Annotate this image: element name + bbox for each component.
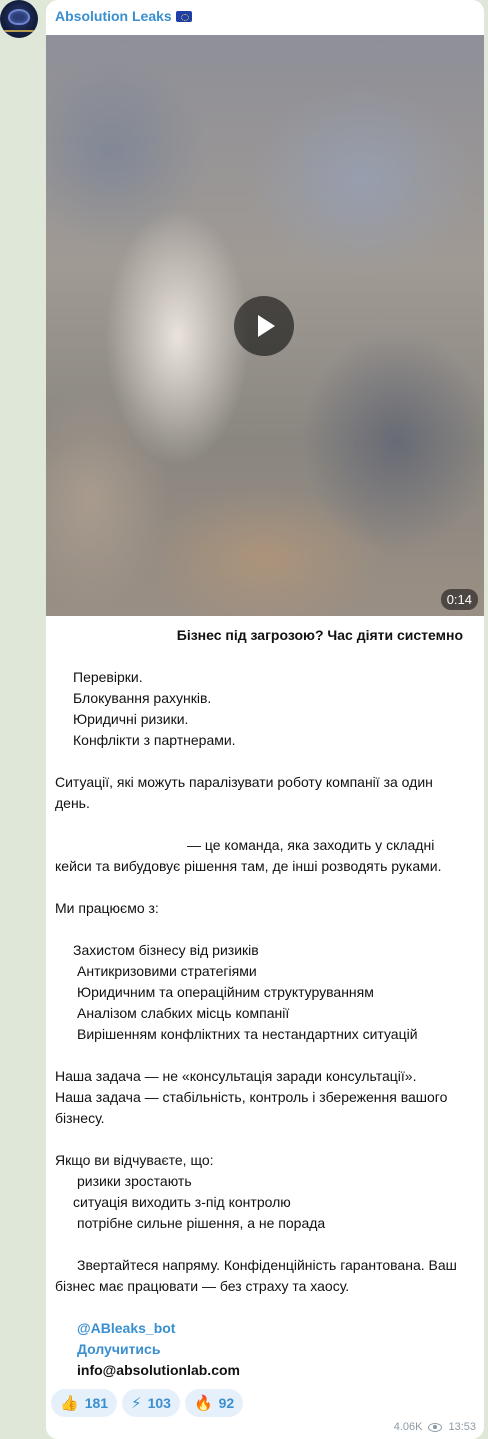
team-text: кейси та вибудовує рішення там, де інші …	[55, 858, 442, 874]
issue-item: Перевірки.	[73, 669, 143, 685]
work-item: Вирішенням конфліктних та нестандартних …	[77, 1026, 418, 1042]
goal-text: бізнесу.	[55, 1110, 105, 1126]
feel-item: потрібне сильне рішення, а не порада	[77, 1215, 326, 1231]
thumbs-up-icon: 👍	[60, 1394, 79, 1412]
channel-name[interactable]: Absolution Leaks	[55, 8, 192, 24]
feel-item: ситуація виходить з-під контролю	[73, 1194, 291, 1210]
video-duration: 0:14	[440, 589, 478, 610]
feel-item: ризики зростають	[77, 1173, 192, 1189]
lightning-icon: ⚡	[131, 1394, 142, 1412]
join-link[interactable]: Долучитись	[77, 1341, 160, 1357]
reaction-count: 92	[218, 1395, 235, 1411]
reaction-count: 103	[147, 1395, 171, 1411]
message-time: 13:53	[448, 1421, 476, 1433]
reaction-lightning[interactable]: ⚡ 103	[122, 1389, 180, 1417]
reactions-bar: 👍 181 ⚡ 103 🔥 92	[51, 1389, 244, 1417]
reaction-fire[interactable]: 🔥 92	[184, 1389, 244, 1417]
feel-heading: Якщо ви відчуваєте, що:	[55, 1152, 214, 1168]
closing-text: бізнес має працювати — без страху та хао…	[55, 1278, 350, 1294]
post-title: Бізнес під загрозою? Час діяти системно	[176, 627, 463, 643]
goal-text: Наша задача — не «консультація заради ко…	[55, 1068, 417, 1084]
issue-item: Блокування рахунків.	[73, 690, 212, 706]
work-item: Антикризовими стратегіями	[77, 963, 257, 979]
message-bubble: Absolution Leaks 0:14 Бізнес під загрозо…	[46, 0, 484, 1439]
goal-text: Наша задача — стабільність, контроль і з…	[55, 1089, 448, 1105]
work-item: Юридичним та операційним структуруванням	[77, 984, 374, 1000]
situations-text: день.	[55, 795, 90, 811]
post-text: Бізнес під загрозою? Час діяти системно …	[55, 625, 475, 1381]
email-text: info@absolutionlab.com	[77, 1362, 240, 1378]
fire-icon: 🔥	[193, 1394, 213, 1412]
reaction-thumbs-up[interactable]: 👍 181	[51, 1389, 118, 1417]
bot-link[interactable]: @ABleaks_bot	[77, 1320, 175, 1336]
closing-text: Звертайтеся напряму. Конфіденційність га…	[77, 1257, 457, 1273]
work-item: Аналізом слабких місць компанії	[77, 1005, 290, 1021]
channel-avatar[interactable]	[0, 0, 38, 38]
team-text: — це команда, яка заходить у складні	[187, 837, 435, 853]
eu-flag-icon	[175, 10, 192, 22]
situations-text: Ситуації, які можуть паралізувати роботу…	[55, 774, 433, 790]
work-item: Захистом бізнесу від ризиків	[73, 942, 259, 958]
video-player[interactable]: 0:14	[46, 35, 484, 616]
play-button[interactable]	[234, 296, 294, 356]
brain-logo-icon	[8, 9, 30, 25]
message-meta: 4.06K 13:53	[394, 1421, 476, 1433]
view-count: 4.06K	[393, 1421, 423, 1433]
issue-item: Юридичні ризики.	[73, 711, 189, 727]
work-heading: Ми працюємо з:	[55, 900, 159, 916]
reaction-count: 181	[84, 1395, 109, 1411]
eye-icon	[428, 1422, 443, 1432]
play-icon	[258, 315, 275, 337]
issue-item: Конфлікти з партнерами.	[73, 732, 236, 748]
